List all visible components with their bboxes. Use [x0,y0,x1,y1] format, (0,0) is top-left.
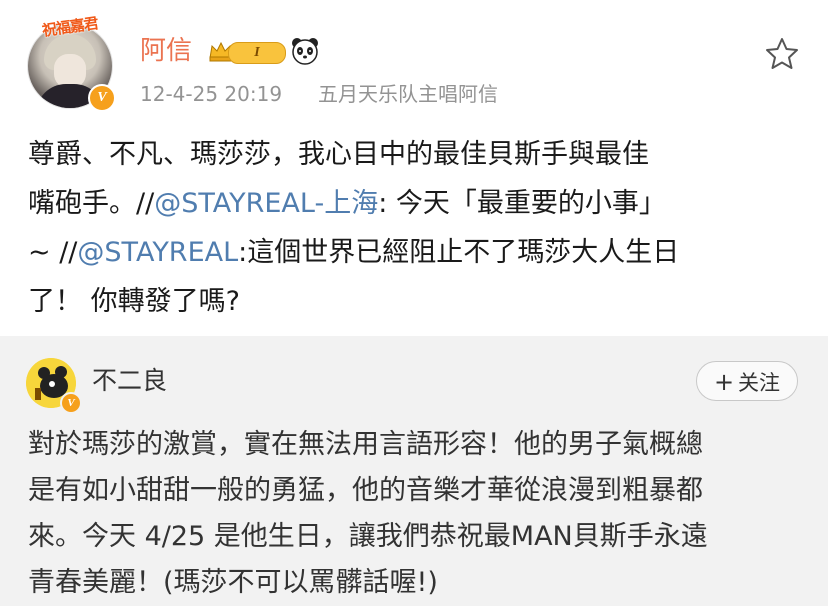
follow-label: 关注 [738,371,781,395]
verified-icon: V [88,84,116,112]
post-text-segment: :這個世界已經阻止不了瑪莎大人生日 [238,237,680,268]
mention-link[interactable]: @STAYREAL-上海 [154,188,378,219]
post-text-segment: : 今天「最重要的小事」 [378,188,666,219]
repost-username[interactable]: 不二良 [92,364,167,398]
repost-user-avatar[interactable]: V [26,358,82,414]
repost-verified-icon: V [60,392,82,414]
repost-text-line: 是有如小甜甜一般的勇猛，他的音樂才華從浪漫到粗暴都 [28,475,703,506]
repost-body: 對於瑪莎的激賞，實在無法用言語形容！他的男子氣概總 是有如小甜甜一般的勇猛，他的音… [28,422,808,606]
repost-text-line: 對於瑪莎的激賞，實在無法用言語形容！他的男子氣概總 [28,429,703,460]
post-text-segment: 了！ 你轉發了嗎? [28,286,240,317]
member-level-badge[interactable]: I [208,38,286,64]
post-body: 尊爵、不凡、瑪莎莎，我心目中的最佳貝斯手與最佳 嘴砲手。//@STAYREAL-上… [28,130,808,326]
plus-icon: + [713,368,735,396]
post-text-line: 嘴砲手。//@STAYREAL-上海: 今天「最重要的小事」 [28,179,808,228]
post-text-line: 尊爵、不凡、瑪莎莎，我心目中的最佳貝斯手與最佳 [28,130,808,179]
panda-icon [292,38,318,65]
post-text-line: ~ //@STAYREAL:這個世界已經阻止不了瑪莎大人生日 [28,228,808,277]
user-avatar[interactable]: 祝福嘉君 V [24,14,116,112]
post-text-segment: ~ // [28,237,78,268]
post-source: 五月天乐队主唱阿信 [318,82,498,106]
post-text-segment: 尊爵、不凡、瑪莎莎，我心目中的最佳貝斯手與最佳 [28,139,649,170]
mention-link[interactable]: @STAYREAL [77,237,238,268]
repost-text-line: 來。今天 4/25 是他生日，讓我們恭祝最MAN貝斯手永遠 [28,521,708,552]
repost-text-line: 青春美麗！(瑪莎不可以罵髒話喔!) [28,567,438,598]
post-username[interactable]: 阿信 [140,34,192,68]
follow-button[interactable]: + 关注 [696,361,798,401]
level-label: I [228,42,286,64]
post-text-line: 了！ 你轉發了嗎? [28,277,808,326]
post-text-segment: 嘴砲手。// [28,188,155,219]
star-outline-icon[interactable] [764,36,800,72]
post-timestamp: 12-4-25 20:19 [140,82,283,106]
